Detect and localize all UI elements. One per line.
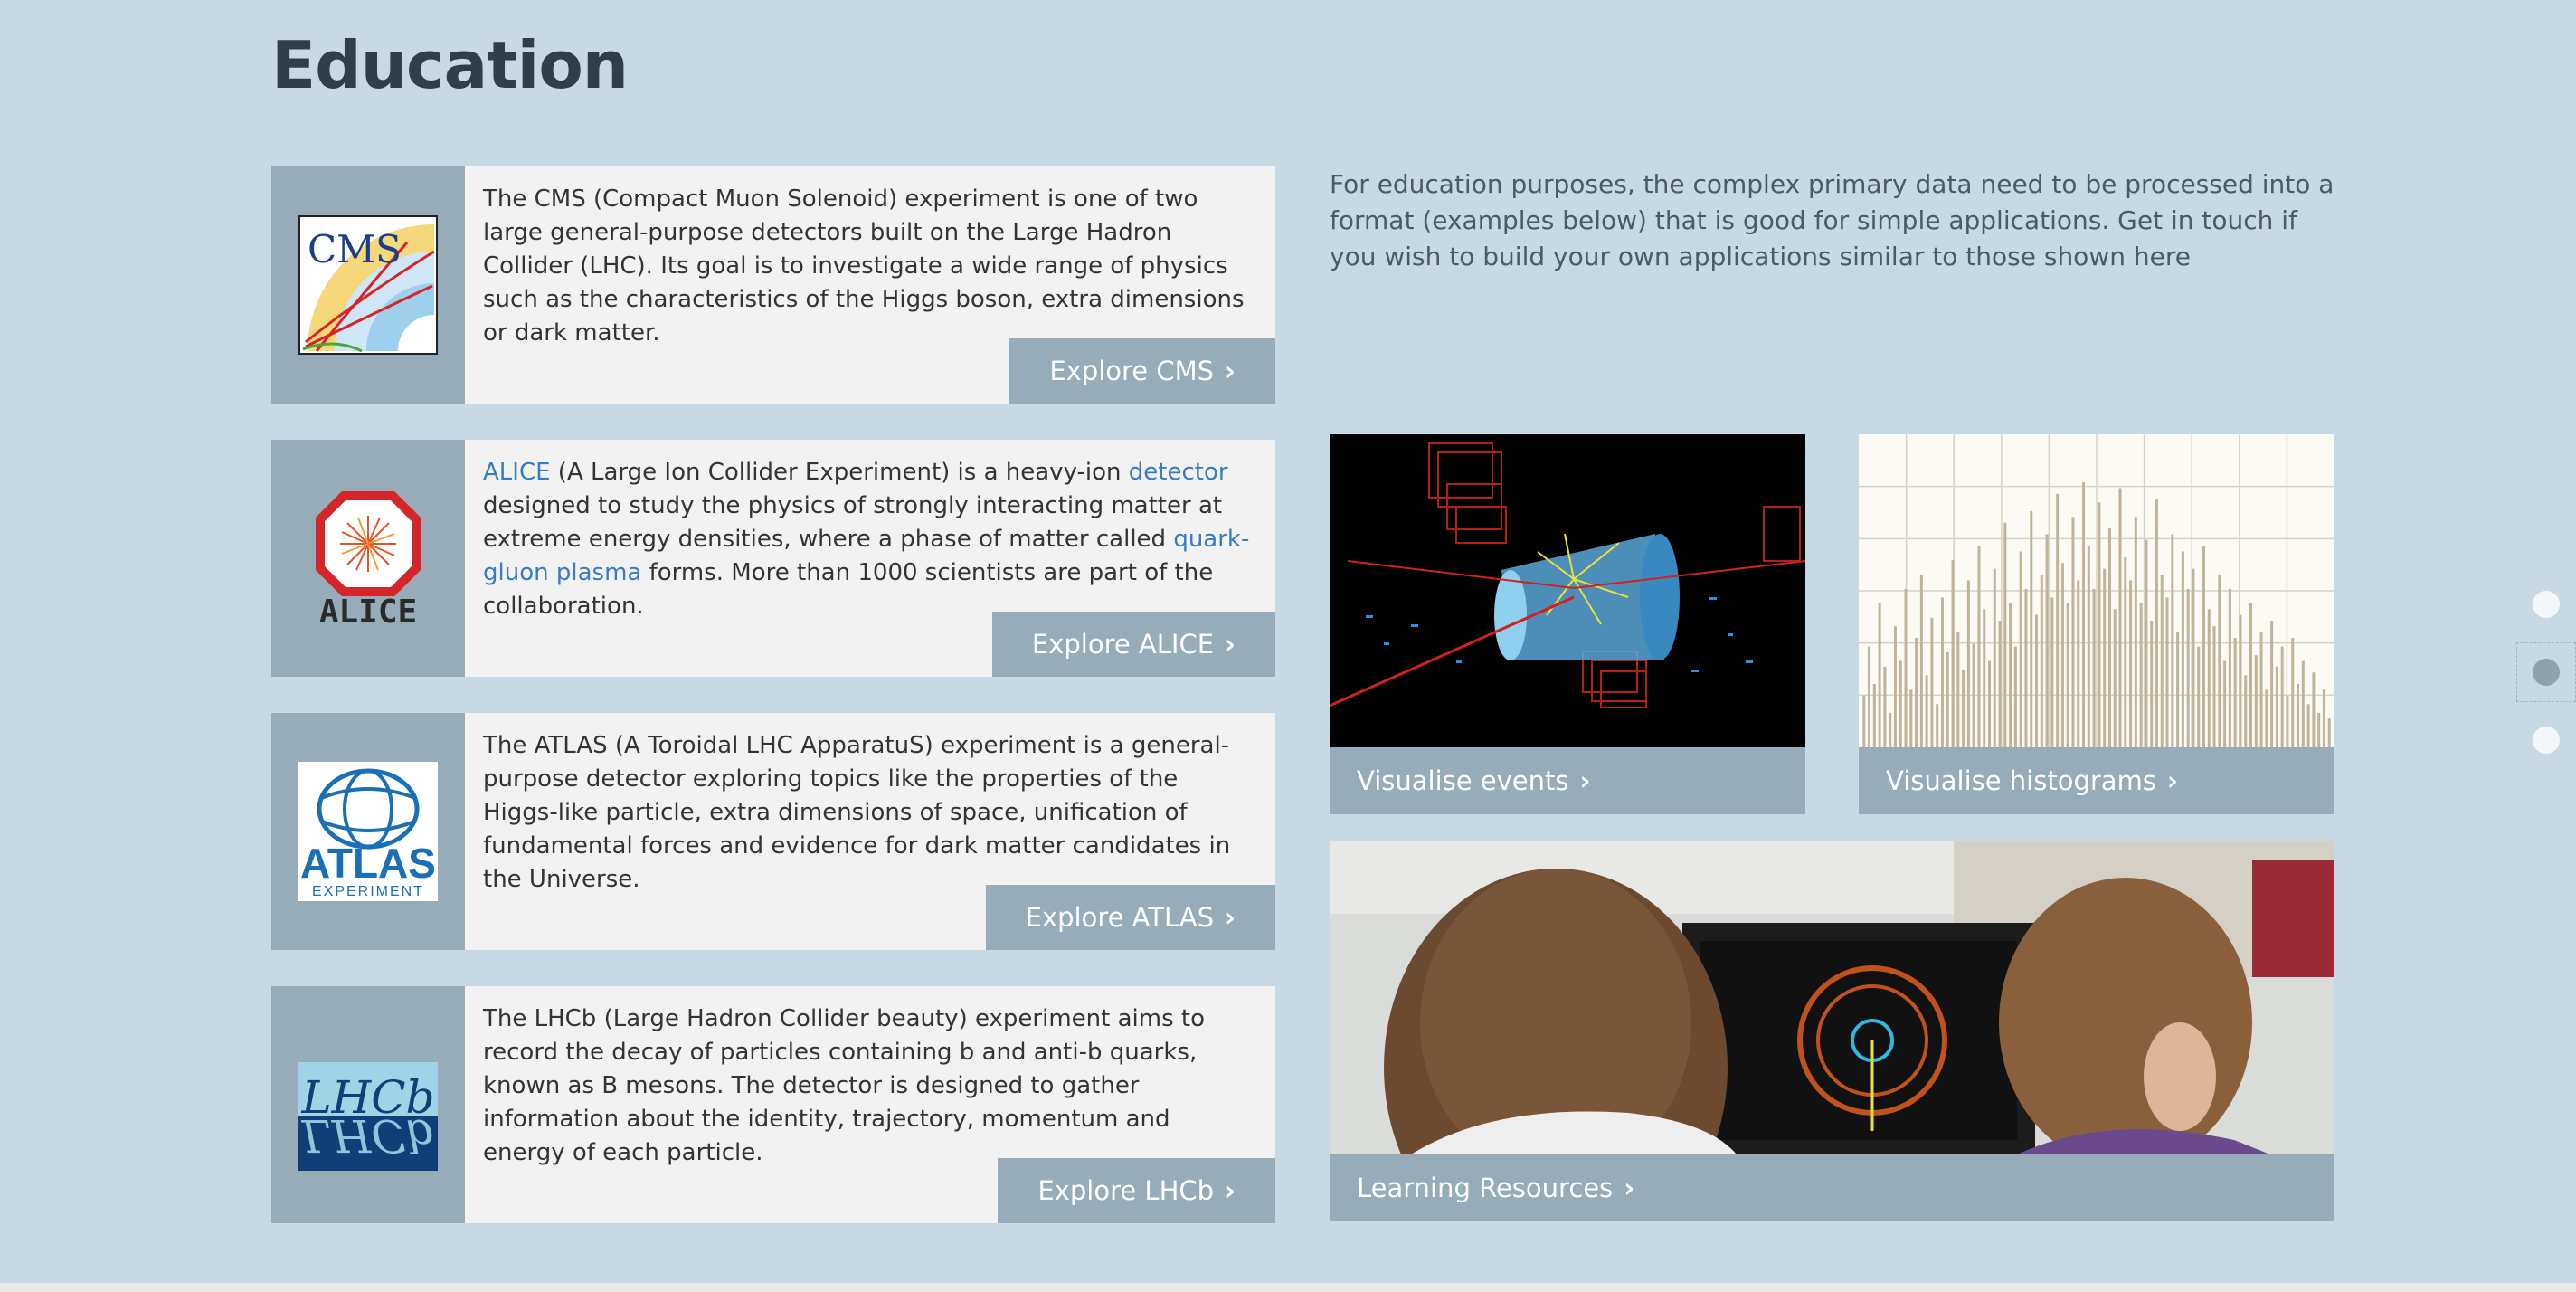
learning-resources-tile[interactable]: Learning Resources ›	[1330, 841, 2334, 1221]
experiment-card-atlas: ATLAS EXPERIMENT The ATLAS (A Toroidal L…	[271, 713, 1275, 950]
logo-panel: LHCb LHCb	[271, 986, 465, 1223]
nav-dot-1[interactable]	[2533, 591, 2560, 618]
intro-text: For education purposes, the complex prim…	[1330, 169, 2334, 271]
explore-atlas-label: Explore ATLAS	[1025, 902, 1215, 933]
experiment-card-alice: ALICE ALICE (A Large Ion Collider Experi…	[271, 440, 1275, 677]
alice-link[interactable]: ALICE	[483, 459, 551, 486]
explore-alice-button[interactable]: Explore ALICE ›	[991, 612, 1275, 677]
nav-dot-3[interactable]	[2533, 727, 2560, 754]
nav-dot-2[interactable]	[2533, 659, 2560, 686]
visualise-histograms-tile[interactable]: Visualise histograms ›	[1859, 434, 2334, 814]
lhcb-logo: LHCb LHCb	[298, 1062, 438, 1171]
logo-panel: ALICE	[271, 440, 465, 677]
chevron-right-icon: ›	[1225, 629, 1236, 660]
atlas-logo-subtext: EXPERIMENT	[312, 884, 424, 899]
alice-logo-text: ALICE	[319, 594, 417, 628]
explore-cms-label: Explore CMS	[1049, 356, 1215, 386]
alice-logo: ALICE	[316, 491, 421, 628]
explore-lhcb-button[interactable]: Explore LHCb ›	[998, 1158, 1275, 1223]
learning-resources-text: Learning Resources	[1357, 1173, 1614, 1203]
experiment-card-cms: CMS The CMS (Compact Muon Solenoid) expe…	[271, 166, 1275, 404]
cms-description: The CMS (Compact Muon Solenoid) experime…	[483, 185, 1245, 347]
detector-link[interactable]: detector	[1129, 459, 1228, 486]
atlas-logo-text: ATLAS	[300, 840, 436, 887]
histogram-image	[1859, 434, 2334, 747]
footer-strip	[0, 1283, 2576, 1292]
explore-cms-button[interactable]: Explore CMS ›	[1009, 338, 1275, 404]
logo-panel: ATLAS EXPERIMENT	[271, 713, 465, 950]
experiment-card-lhcb: LHCb LHCb The LHCb (Large Hadron Collide…	[271, 986, 1275, 1223]
explore-atlas-button[interactable]: Explore ATLAS ›	[985, 885, 1275, 950]
logo-panel: CMS	[271, 166, 465, 404]
lhcb-logo-reflection: LHCb	[300, 1109, 434, 1162]
visualise-events-text: Visualise events	[1357, 765, 1569, 796]
atlas-logo: ATLAS EXPERIMENT	[298, 762, 438, 901]
learning-resources-label: Learning Resources ›	[1357, 1154, 1634, 1221]
students-photo	[1330, 841, 2334, 1154]
explore-alice-label: Explore ALICE	[1031, 629, 1215, 660]
event-display-image	[1330, 434, 1805, 747]
chevron-right-icon: ›	[1624, 1173, 1635, 1203]
chevron-right-icon: ›	[1225, 1175, 1236, 1206]
visualise-histograms-text: Visualise histograms	[1886, 765, 2156, 796]
atlas-description: The ATLAS (A Toroidal LHC ApparatuS) exp…	[483, 732, 1231, 893]
cms-logo: CMS	[298, 215, 438, 355]
chevron-right-icon: ›	[1579, 765, 1591, 796]
chevron-right-icon: ›	[1225, 356, 1236, 386]
cms-logo-text: CMS	[308, 227, 402, 271]
visualise-histograms-label: Visualise histograms ›	[1886, 747, 2178, 814]
lhcb-description: The LHCb (Large Hadron Collider beauty) …	[483, 1005, 1205, 1166]
chevron-right-icon: ›	[1225, 902, 1236, 933]
visualise-events-tile[interactable]: Visualise events ›	[1330, 434, 1805, 814]
alice-desc-part1: (A Large Ion Collider Experiment) is a h…	[550, 459, 1129, 486]
explore-lhcb-label: Explore LHCb	[1037, 1175, 1215, 1206]
page-title: Education	[271, 27, 629, 103]
chevron-right-icon: ›	[2166, 765, 2178, 796]
alice-desc-part2: designed to study the physics of strongl…	[483, 492, 1223, 553]
alice-description: ALICE (A Large Ion Collider Experiment) …	[483, 456, 1252, 623]
visualise-events-label: Visualise events ›	[1357, 747, 1590, 814]
